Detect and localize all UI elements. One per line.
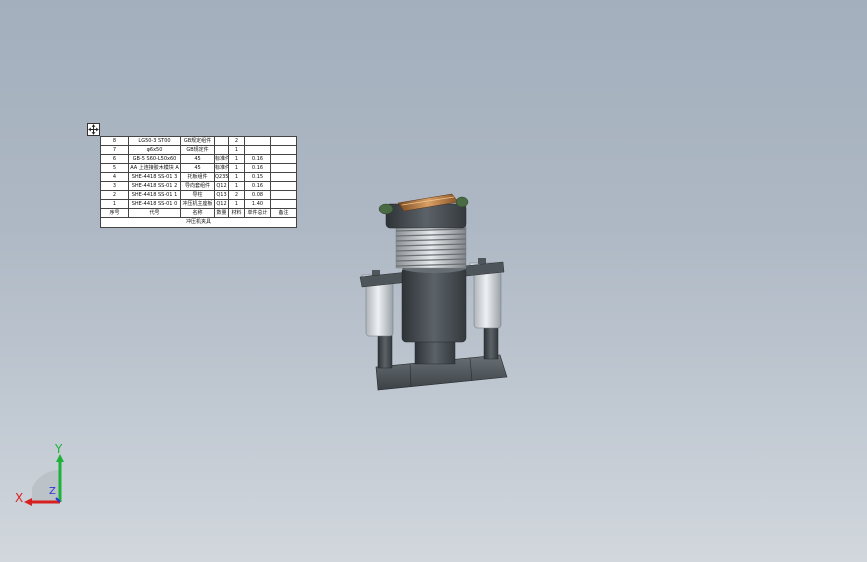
- bom-cell: [270, 172, 297, 182]
- bom-cell: [270, 163, 297, 173]
- bom-cell: 2: [228, 190, 245, 200]
- bom-header-cell: 单件总计: [244, 208, 271, 218]
- bom-cell: Q12: [214, 181, 229, 191]
- table-row: 2 SHE-4418 SS-01 1 导柱 Q13 2 0.08: [100, 190, 297, 200]
- punch-body: [401, 263, 467, 365]
- bom-cell: 标准件: [214, 163, 229, 173]
- bom-cell: Q13: [214, 190, 229, 200]
- top-head: [378, 193, 469, 229]
- bom-header-row: 序号 代号 名称 数量 材料 单件总计 备注: [100, 208, 297, 218]
- bom-cell: 1: [228, 181, 245, 191]
- bom-cell: [244, 136, 271, 146]
- bom-title-row: 冲压机夹具: [100, 217, 297, 228]
- bom-cell: AA 上连接胶木模块 A: [128, 163, 181, 173]
- table-row: 6 GB-5 S60-L50x60 45 标准件 1 0.16: [100, 154, 297, 164]
- bom-cell: SHE-4418 SS-01 1: [128, 190, 181, 200]
- z-axis-label: Z: [49, 486, 56, 497]
- table-row: 8 LG50-3 ST00 GB规定组件 2: [100, 136, 297, 146]
- bom-cell: 4: [100, 172, 129, 182]
- bom-cell: [270, 199, 297, 209]
- bom-cell: SHE-4418 SS-01 2: [128, 181, 181, 191]
- bom-cell: 导向套组件: [180, 181, 215, 191]
- bom-cell: [214, 145, 229, 155]
- bom-cell: φ6x50: [128, 145, 181, 155]
- x-axis-label: X: [15, 491, 24, 505]
- bom-cell: 0.16: [244, 154, 271, 164]
- bom-cell: 5: [100, 163, 129, 173]
- bom-header-cell: 备注: [270, 208, 297, 218]
- bom-cell: GB规定组件: [180, 136, 215, 146]
- bom-cell: 0.16: [244, 181, 271, 191]
- bom-cell: Q12: [214, 199, 229, 209]
- bom-table[interactable]: 8 LG50-3 ST00 GB规定组件 2 7 φ6x50 GB规定件 1 6…: [100, 136, 297, 228]
- bom-cell: 3: [100, 181, 129, 191]
- bom-cell: 冲压机主座板: [180, 199, 215, 209]
- bom-cell: Q235-A: [214, 172, 229, 182]
- bom-cell: GB-5 S60-L50x60: [128, 154, 181, 164]
- bom-cell: 1: [100, 199, 129, 209]
- bom-cell: 1: [228, 154, 245, 164]
- bom-cell: 0.16: [244, 163, 271, 173]
- bom-cell: [244, 145, 271, 155]
- bom-cell: 0.15: [244, 172, 271, 182]
- bom-cell: 7: [100, 145, 129, 155]
- bom-cell: SHE-4418 SS-01 3: [128, 172, 181, 182]
- bom-header-cell: 名称: [180, 208, 215, 218]
- move-table-handle[interactable]: [87, 123, 100, 136]
- bom-cell: 2: [228, 136, 245, 146]
- bom-cell: [270, 154, 297, 164]
- bom-cell: [270, 136, 297, 146]
- bom-header-cell: 数量: [214, 208, 229, 218]
- bom-body: 8 LG50-3 ST00 GB规定组件 2 7 φ6x50 GB规定件 1 6…: [100, 136, 297, 228]
- bom-cell: SHE-4418 SS-01 0: [128, 199, 181, 209]
- bom-header-cell: 代号: [128, 208, 181, 218]
- bom-cell: 45: [180, 163, 215, 173]
- bom-cell: 1: [228, 172, 245, 182]
- bom-cell: 1: [228, 145, 245, 155]
- bom-cell: 导柱: [180, 190, 215, 200]
- bom-cell: 1.40: [244, 199, 271, 209]
- green-knob-left: [378, 203, 394, 215]
- bom-cell: 标准件: [214, 154, 229, 164]
- bom-title: 冲压机夹具: [100, 217, 297, 228]
- table-row: 3 SHE-4418 SS-01 2 导向套组件 Q12 1 0.16: [100, 181, 297, 191]
- die-set-model[interactable]: [340, 180, 530, 400]
- bom-cell: [270, 181, 297, 191]
- bom-cell: [214, 136, 229, 146]
- bom-cell: GB规定件: [180, 145, 215, 155]
- bom-cell: 1: [228, 163, 245, 173]
- green-knob-right: [455, 196, 469, 208]
- bom-cell: 45: [180, 154, 215, 164]
- y-axis-label: Y: [55, 442, 63, 456]
- bom-cell: 托板组件: [180, 172, 215, 182]
- bom-cell: 2: [100, 190, 129, 200]
- bom-cell: [270, 145, 297, 155]
- bom-cell: LG50-3 ST00: [128, 136, 181, 146]
- bom-header-cell: 材料: [228, 208, 245, 218]
- graphics-viewport[interactable]: 8 LG50-3 ST00 GB规定组件 2 7 φ6x50 GB规定件 1 6…: [0, 0, 867, 562]
- move-icon: [88, 124, 99, 135]
- table-row: 1 SHE-4418 SS-01 0 冲压机主座板 Q12 1 1.40: [100, 199, 297, 209]
- bom-cell: 8: [100, 136, 129, 146]
- table-row: 7 φ6x50 GB规定件 1: [100, 145, 297, 155]
- bom-cell: 6: [100, 154, 129, 164]
- bom-cell: [270, 190, 297, 200]
- reference-triad[interactable]: Y X Z: [12, 440, 82, 510]
- spring: [395, 225, 467, 269]
- bom-cell: 1: [228, 199, 245, 209]
- bom-header-cell: 序号: [100, 208, 129, 218]
- bom-cell: 0.08: [244, 190, 271, 200]
- table-row: 4 SHE-4418 SS-01 3 托板组件 Q235-A 1 0.15: [100, 172, 297, 182]
- table-row: 5 AA 上连接胶木模块 A 45 标准件 1 0.16: [100, 163, 297, 173]
